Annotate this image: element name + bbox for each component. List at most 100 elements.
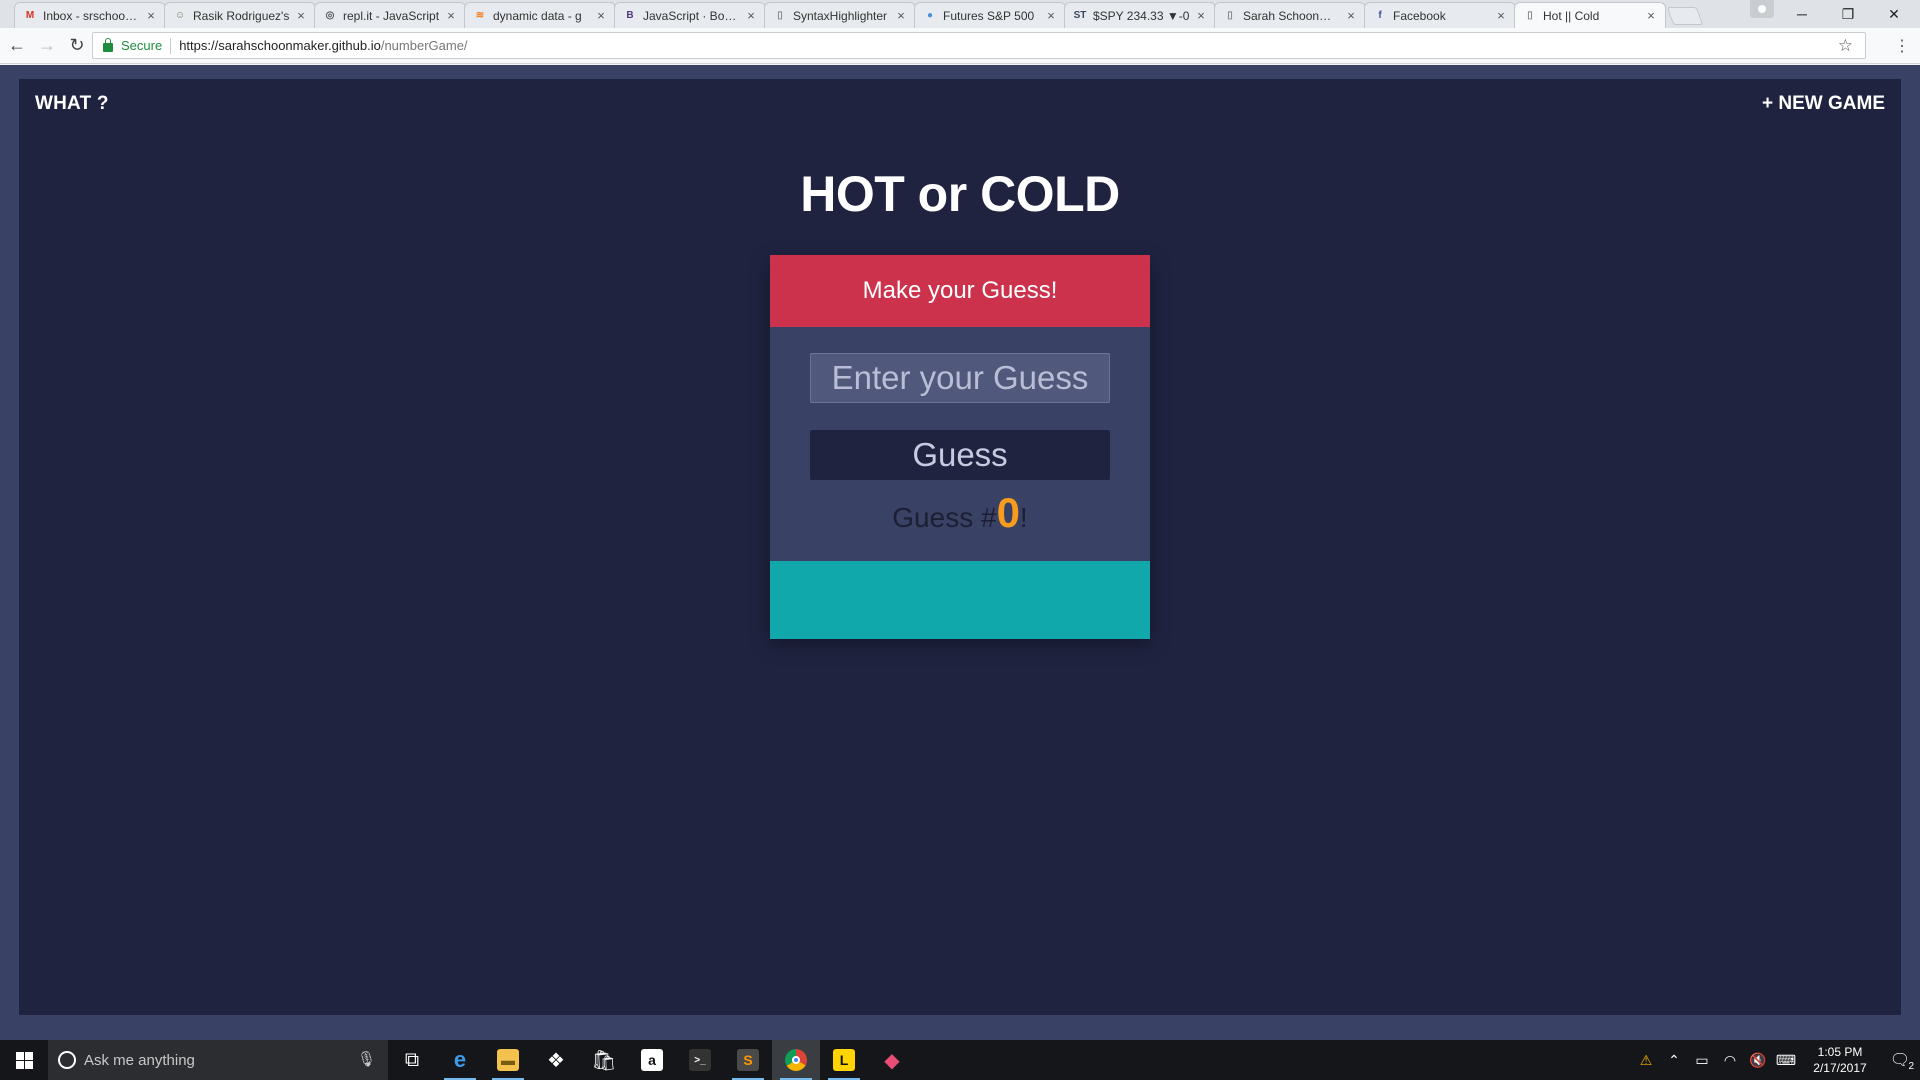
- what-link[interactable]: WHAT ?: [35, 93, 109, 115]
- url-host: https://sarahschoonmaker.github.io: [179, 38, 381, 53]
- lock-icon: [103, 38, 113, 52]
- url-path: /numberGame/: [380, 38, 468, 53]
- close-window-button[interactable]: ✕: [1872, 0, 1916, 28]
- battery-icon[interactable]: ▭: [1688, 1052, 1716, 1069]
- globe-icon: ●: [926, 10, 934, 21]
- amazon-icon[interactable]: a: [628, 1040, 676, 1080]
- tab-close-icon[interactable]: ×: [445, 8, 457, 23]
- gitkraken-icon[interactable]: ◆: [868, 1040, 916, 1080]
- page-icon: ▯: [1227, 10, 1233, 21]
- keyboard-icon[interactable]: ⌨: [1772, 1052, 1800, 1069]
- clock-date: 2/17/2017: [1813, 1061, 1867, 1075]
- tab-title: $SPY 234.33 ▼-0: [1093, 8, 1190, 23]
- browser-tab[interactable]: ≋ dynamic data - g ×: [464, 2, 616, 28]
- tab-close-icon[interactable]: ×: [1495, 8, 1507, 23]
- forward-arrow-icon[interactable]: →: [34, 33, 60, 59]
- tab-close-icon[interactable]: ×: [1045, 8, 1057, 23]
- divider: [170, 37, 172, 54]
- guess-button[interactable]: Guess: [810, 430, 1110, 480]
- norton-icon[interactable]: L: [820, 1040, 868, 1080]
- browser-tab-strip: M Inbox - srschoonmaker × ☺ Rasik Rodriguez'…: [0, 0, 1920, 28]
- new-game-link[interactable]: + NEW GAME: [1762, 93, 1885, 115]
- browser-tab[interactable]: ▯ Hot || Cold ×: [1514, 2, 1666, 28]
- address-bar[interactable]: Secure https://sarahschoonmaker.github.i…: [92, 32, 1866, 59]
- card-body: Guess Guess #0!: [770, 327, 1150, 561]
- cortana-icon: [58, 1051, 76, 1069]
- tab-title: Futures S&P 500: [943, 8, 1035, 23]
- clock-time: 1:05 PM: [1817, 1045, 1863, 1059]
- restore-button[interactable]: ❐: [1826, 0, 1870, 28]
- update-warning-icon[interactable]: ⚠: [1632, 1052, 1660, 1069]
- wifi-icon[interactable]: ◠: [1716, 1052, 1744, 1069]
- browser-tab[interactable]: ▯ SyntaxHighlighter ×: [764, 2, 916, 28]
- browser-tab[interactable]: ☺ Rasik Rodriguez's ×: [164, 2, 316, 28]
- chrome-icon[interactable]: [772, 1040, 820, 1080]
- system-tray: ⚠ ⌃ ▭ ◠ 🔇 ⌨ 1:05 PM 2/17/2017 🗨 2: [1632, 1040, 1920, 1080]
- bookmark-star-icon[interactable]: ☆: [1838, 36, 1853, 56]
- terminal-icon[interactable]: >_: [676, 1040, 724, 1080]
- tab-close-icon[interactable]: ×: [745, 8, 757, 23]
- avatar-icon: ☺: [174, 10, 186, 21]
- replit-icon: ◎: [325, 10, 335, 21]
- page-title: HOT or COLD: [800, 166, 1120, 222]
- store-icon[interactable]: 🛍: [580, 1040, 628, 1080]
- file-explorer-icon[interactable]: ▬: [484, 1040, 532, 1080]
- tab-close-icon[interactable]: ×: [1195, 8, 1207, 23]
- notification-count: 2: [1908, 1061, 1914, 1072]
- browser-toolbar: ← → ↻ Secure https://sarahschoonmaker.gi…: [0, 28, 1920, 64]
- stackoverflow-icon: ≋: [475, 10, 485, 21]
- task-view-icon[interactable]: ⧉: [388, 1040, 436, 1080]
- tab-title: repl.it - JavaScript: [343, 8, 440, 23]
- counter-value: 0: [996, 489, 1020, 536]
- tab-title: Inbox - srschoonmaker: [43, 8, 141, 23]
- cortana-search[interactable]: Ask me anything 🎙: [48, 1040, 388, 1080]
- counter-suffix: !: [1019, 502, 1028, 533]
- guess-counter: Guess #0!: [770, 489, 1150, 537]
- guess-card: Make your Guess! Guess Guess #0!: [770, 255, 1150, 639]
- security-label: Secure: [121, 38, 163, 53]
- back-arrow-icon[interactable]: ←: [4, 33, 30, 59]
- tab-close-icon[interactable]: ×: [895, 8, 907, 23]
- start-button[interactable]: [0, 1040, 48, 1080]
- profile-icon[interactable]: [1750, 0, 1774, 18]
- tab-title: JavaScript · Bootstrap: [643, 8, 741, 23]
- browser-tab[interactable]: ST $SPY 234.33 ▼-0 ×: [1064, 2, 1216, 28]
- tab-title: Hot || Cold: [1543, 8, 1600, 23]
- chevron-up-icon[interactable]: ⌃: [1660, 1052, 1688, 1069]
- sublime-text-icon[interactable]: S: [724, 1040, 772, 1080]
- browser-tab[interactable]: M Inbox - srschoonmaker ×: [14, 2, 166, 28]
- tab-close-icon[interactable]: ×: [145, 8, 157, 23]
- browser-menu-icon[interactable]: ⋮: [1894, 36, 1910, 56]
- game-panel: WHAT ? + NEW GAME HOT or COLD Make your …: [19, 79, 1901, 1015]
- microphone-icon[interactable]: 🎙: [357, 1050, 376, 1068]
- dropbox-icon[interactable]: ❖: [532, 1040, 580, 1080]
- browser-tab[interactable]: ● Futures S&P 500 ×: [914, 2, 1066, 28]
- browser-tab[interactable]: ▯ Sarah Schoonmaker ×: [1214, 2, 1366, 28]
- tab-title: dynamic data - g: [493, 8, 582, 23]
- browser-tab[interactable]: f Facebook ×: [1364, 2, 1516, 28]
- action-center-icon[interactable]: 🗨 2: [1880, 1050, 1920, 1072]
- tab-title: Facebook: [1393, 8, 1446, 23]
- reload-icon[interactable]: ↻: [64, 33, 90, 59]
- tab-close-icon[interactable]: ×: [295, 8, 307, 23]
- clock[interactable]: 1:05 PM 2/17/2017: [1800, 1044, 1880, 1076]
- page-icon: ▯: [1527, 10, 1533, 21]
- guess-input[interactable]: [810, 353, 1110, 403]
- page-background: WHAT ? + NEW GAME HOT or COLD Make your …: [0, 65, 1920, 1040]
- feedback-bar: [770, 561, 1150, 639]
- gmail-icon: M: [25, 10, 35, 21]
- new-tab-button[interactable]: [1666, 7, 1704, 25]
- tab-close-icon[interactable]: ×: [595, 8, 607, 23]
- tab-close-icon[interactable]: ×: [1345, 8, 1357, 23]
- browser-tab[interactable]: B JavaScript · Bootstrap ×: [614, 2, 766, 28]
- tab-close-icon[interactable]: ×: [1645, 8, 1657, 23]
- search-placeholder: Ask me anything: [84, 1051, 195, 1069]
- windows-taskbar: Ask me anything 🎙 ⧉ e ▬ ❖ 🛍 a >_ S L ◆ ⚠…: [0, 1040, 1920, 1080]
- browser-tab[interactable]: ◎ repl.it - JavaScript ×: [314, 2, 466, 28]
- edge-icon[interactable]: e: [436, 1040, 484, 1080]
- bootstrap-icon: B: [626, 10, 634, 21]
- windows-logo-icon: [15, 1051, 33, 1069]
- minimize-button[interactable]: ─: [1780, 0, 1824, 28]
- volume-muted-icon[interactable]: 🔇: [1744, 1052, 1772, 1069]
- stocktwits-icon: ST: [1073, 10, 1087, 21]
